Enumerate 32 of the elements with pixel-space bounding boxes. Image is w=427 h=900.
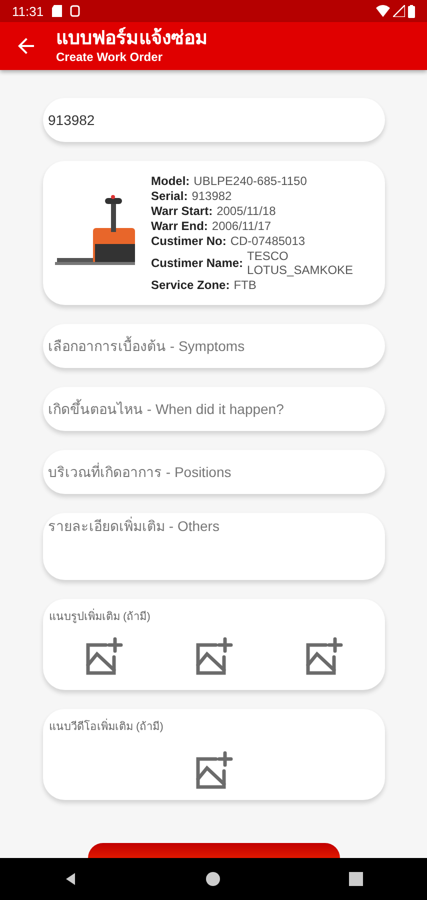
- signal-icon: [393, 5, 405, 17]
- field-value: CD-07485013: [230, 234, 306, 248]
- page-subtitle: Create Work Order: [56, 50, 164, 64]
- field-value: FTB: [234, 278, 256, 292]
- sd-card-icon: [52, 5, 62, 17]
- field-label: Custimer Name:: [151, 256, 244, 270]
- field-value: 2005/11/18: [216, 204, 276, 218]
- status-time: 11:31: [12, 4, 44, 18]
- details-field[interactable]: รายละเอียดเพิ่มเติม - Others: [43, 513, 385, 580]
- field-label: Custimer No:: [151, 234, 226, 248]
- home-nav-icon[interactable]: [205, 871, 222, 887]
- page-title: แบบฟอร์มแจ้งซ่อม: [56, 28, 208, 50]
- select-field[interactable]: เกิดขึ้นตอนไหน - When did it happen?: [43, 387, 385, 431]
- field-label: Warr End:: [151, 219, 208, 233]
- field-value: 2006/11/17: [212, 219, 272, 233]
- select-field[interactable]: เลือกอาการเบื้องต้น - Symptoms: [43, 324, 385, 368]
- select-field[interactable]: บริเวณที่เกิดอาการ - Positions: [43, 450, 385, 494]
- wifi-icon: [376, 5, 390, 17]
- field-label: Service Zone:: [151, 278, 230, 292]
- attachment-label: แนบรูปเพิ่มเติม (ถ้ามี): [49, 607, 379, 625]
- attachment-label: แนบวีดีโอเพิ่มเติม (ถ้ามี): [49, 717, 379, 735]
- submit-button[interactable]: [88, 843, 340, 858]
- field-label: Model:: [151, 174, 190, 188]
- field-label: Warr Start:: [151, 204, 213, 218]
- field-value: UBLPE240-685-1150: [194, 174, 307, 188]
- field-value: 913982: [192, 189, 232, 203]
- field-value: TESCO LOTUS_SAMKOKE: [247, 249, 354, 277]
- battery-icon: [408, 4, 415, 18]
- notification-icon: [70, 5, 80, 17]
- recents-nav-icon[interactable]: [348, 871, 364, 887]
- field-label: Serial:: [151, 189, 188, 203]
- serial-field[interactable]: 913982: [43, 98, 385, 142]
